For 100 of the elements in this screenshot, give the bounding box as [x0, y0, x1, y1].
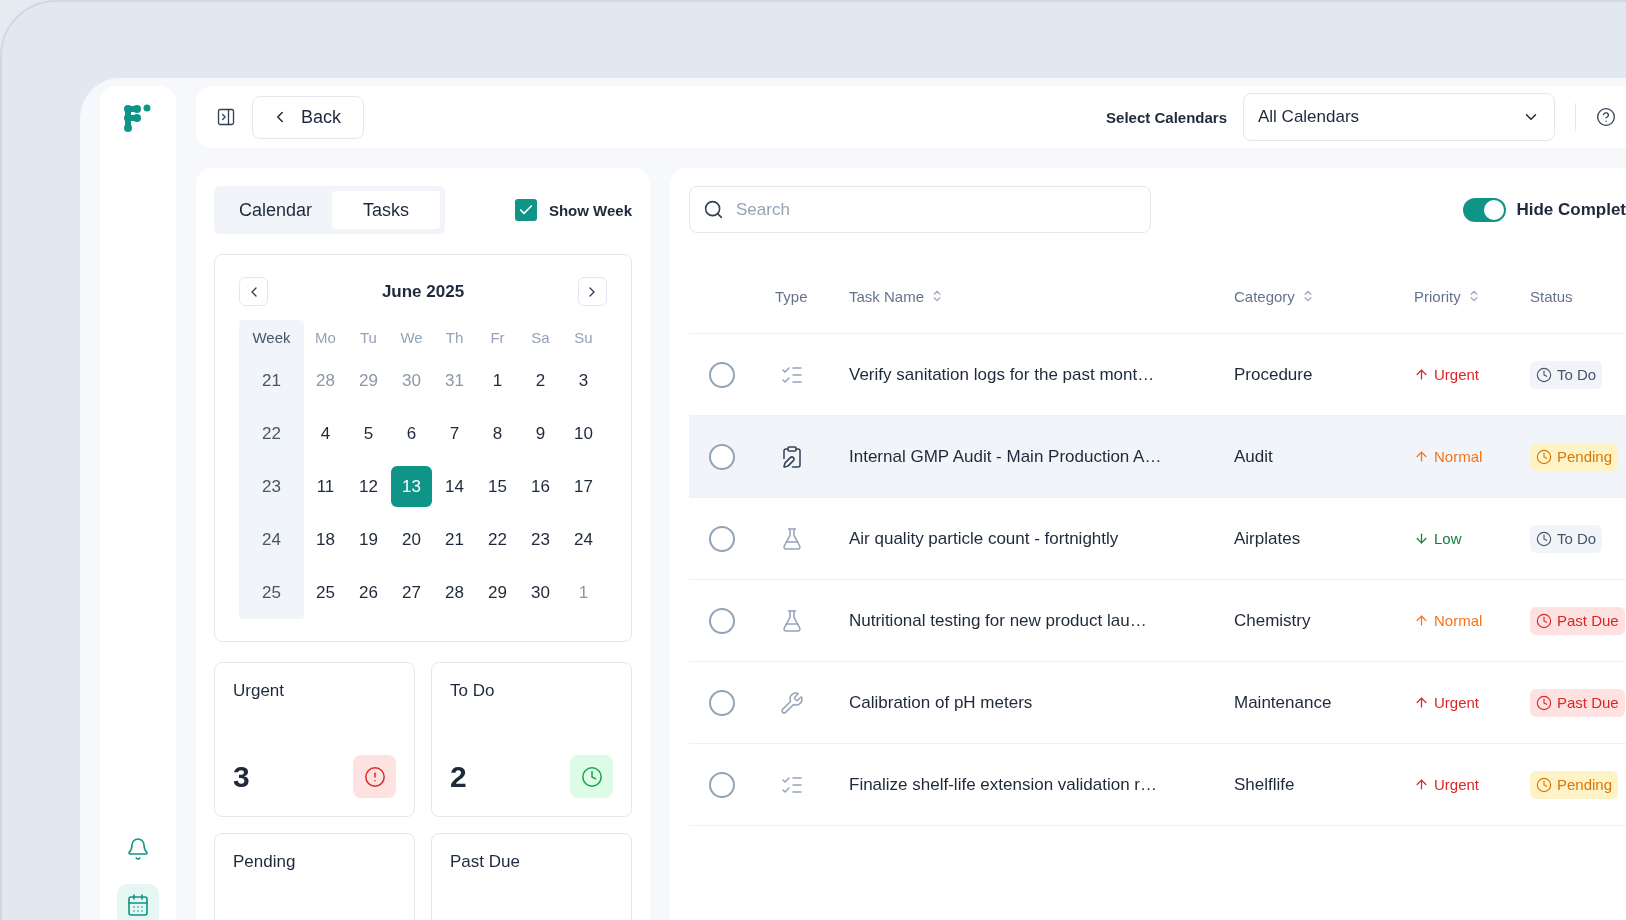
calendar-day[interactable]: 25	[305, 572, 346, 613]
column-header[interactable]: Category	[1234, 287, 1414, 305]
next-month-button[interactable]	[578, 277, 607, 306]
priority-label: Normal	[1414, 612, 1530, 629]
week-number: 25	[261, 581, 282, 604]
calendar-day[interactable]: 13	[391, 466, 432, 507]
column-header[interactable]: Task Name	[849, 287, 1234, 305]
status-chip: Pending	[1530, 442, 1619, 471]
calendar-day[interactable]: 23	[520, 519, 561, 560]
stat-count: 2	[450, 759, 467, 794]
view-tab[interactable]: Calendar	[219, 191, 333, 229]
calendar-day[interactable]: 2	[520, 360, 561, 401]
calendar-day[interactable]: 28	[434, 572, 475, 613]
complete-radio[interactable]	[709, 689, 735, 716]
calendar-day[interactable]: 30	[520, 572, 561, 613]
calendar-day[interactable]: 24	[563, 519, 604, 560]
calendar-day[interactable]: 9	[520, 413, 561, 454]
calendar-day[interactable]: 12	[348, 466, 389, 507]
column-header: Status	[1530, 287, 1574, 305]
month-title: June 2025	[381, 281, 465, 302]
back-button[interactable]: Back	[252, 95, 365, 139]
stat-title: Urgent	[233, 681, 286, 701]
calendar-day[interactable]: 18	[305, 519, 346, 560]
logo-icon	[123, 104, 153, 134]
calendar-day[interactable]: 8	[477, 413, 518, 454]
calendar-day[interactable]: 17	[563, 466, 604, 507]
calendar-day[interactable]: 10	[563, 413, 604, 454]
calendar-day[interactable]: 26	[348, 572, 389, 613]
calendar-day[interactable]: 4	[305, 413, 346, 454]
clock-icon	[1536, 366, 1552, 383]
week-number: 24	[261, 528, 282, 551]
panel-toggle-button[interactable]	[216, 107, 236, 127]
calendar-icon	[126, 893, 150, 917]
task-name: Nutritional testing for new product lau…	[849, 610, 1148, 631]
calendar-button[interactable]	[117, 884, 159, 920]
category-cell-text: Maintenance	[1234, 692, 1333, 713]
calendar-day[interactable]: 7	[434, 413, 475, 454]
panel-icon	[216, 107, 236, 127]
complete-radio[interactable]	[709, 525, 735, 552]
calendar-day[interactable]: 16	[520, 466, 561, 507]
task-name: Finalize shelf-life extension validation r…	[849, 774, 1159, 795]
status-chip: Pending	[1530, 770, 1619, 799]
calendar-day[interactable]: 29	[477, 572, 518, 613]
complete-radio[interactable]	[709, 361, 735, 388]
stat-count: 3	[233, 759, 250, 794]
complete-radio[interactable]	[709, 443, 735, 470]
stat-title: Pending	[233, 852, 297, 872]
weekday-header: Tu	[359, 327, 378, 348]
flask-icon	[780, 526, 804, 551]
flask-icon	[780, 608, 804, 633]
bell-icon	[126, 837, 150, 861]
clock-icon	[1536, 612, 1552, 629]
weekday-header: We	[399, 327, 424, 348]
calendar-day[interactable]: 6	[391, 413, 432, 454]
priority-label: Low	[1414, 530, 1530, 547]
task-name: Air quality particle count - fortnightly	[849, 528, 1120, 549]
calendar-day[interactable]: 11	[305, 466, 346, 507]
calendar-day[interactable]: 14	[434, 466, 475, 507]
category-cell-text: Procedure	[1234, 364, 1314, 385]
show-week-label: Show Week	[548, 201, 632, 219]
calendar-day[interactable]: 21	[434, 519, 475, 560]
status-chip: To Do	[1530, 360, 1603, 389]
week-number: 22	[261, 422, 282, 445]
clock-icon	[1536, 530, 1552, 547]
calendar-day[interactable]: 19	[348, 519, 389, 560]
help-button[interactable]	[1596, 107, 1616, 127]
wrench-icon	[780, 690, 804, 715]
hide-completed-toggle[interactable]	[1463, 197, 1507, 222]
calendar-day[interactable]: 1	[477, 360, 518, 401]
priority-label: Urgent	[1414, 366, 1530, 383]
priority-label: Urgent	[1414, 776, 1530, 793]
category-cell-text: Airplates	[1234, 528, 1302, 549]
show-week-checkbox[interactable]	[514, 199, 537, 221]
search-icon	[703, 199, 724, 220]
previous-month-button[interactable]	[239, 277, 268, 306]
complete-radio[interactable]	[709, 771, 735, 798]
week-number: 23	[261, 475, 282, 498]
calendar-select[interactable]: All Calendars	[1243, 93, 1555, 141]
priority-label: Normal	[1414, 448, 1530, 465]
status-chip: Past Due	[1530, 688, 1625, 717]
column-header[interactable]: Priority	[1414, 287, 1530, 305]
calendar-day[interactable]: 22	[477, 519, 518, 560]
task-name: Calibration of pH meters	[849, 692, 1034, 713]
clock-icon	[1536, 694, 1552, 711]
calendar-day[interactable]: 20	[391, 519, 432, 560]
calendar-day[interactable]: 5	[348, 413, 389, 454]
calendar-day[interactable]: 3	[563, 360, 604, 401]
calendar-day[interactable]: 27	[391, 572, 432, 613]
clipboard-pen-icon	[780, 444, 804, 469]
complete-radio[interactable]	[709, 607, 735, 634]
hide-completed-label: Hide Complet	[1516, 199, 1626, 220]
category-cell-text: Chemistry	[1234, 610, 1312, 631]
table-row[interactable]: Internal GMP Audit - Main Production A… Audit Normal Pending	[689, 416, 1626, 498]
category-cell-text: Shelflife	[1234, 774, 1296, 795]
alert-icon	[353, 755, 396, 798]
search-field[interactable]: Search	[689, 186, 1151, 233]
select-calendars-label: Select Calendars	[1106, 108, 1227, 126]
view-tab[interactable]: Tasks	[332, 191, 441, 229]
calendar-day[interactable]: 15	[477, 466, 518, 507]
task-name: Verify sanitation logs for the past mont…	[849, 364, 1156, 385]
